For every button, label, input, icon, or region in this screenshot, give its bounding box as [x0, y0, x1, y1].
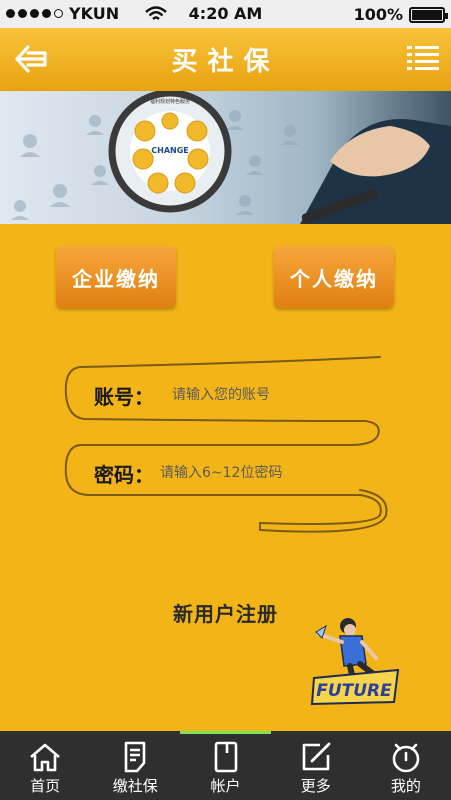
promo-banner[interactable]: CHANGE 福利规划特色服务 [0, 91, 451, 224]
edit-icon [302, 742, 331, 771]
password-label: 密码： [94, 463, 154, 487]
battery-percent: 100% [353, 5, 403, 24]
document-icon [124, 741, 146, 773]
password-input[interactable] [160, 462, 360, 484]
tab-pay-social-security[interactable]: 缴社保 [90, 731, 180, 800]
tab-home[interactable]: 首页 [0, 731, 90, 800]
app-header: 买社保 [0, 28, 451, 91]
status-bar: YKUN 4:20 AM 100% [0, 0, 451, 28]
tab-mine[interactable]: 我的 [361, 731, 451, 800]
clock-icon [392, 743, 420, 773]
enterprise-pay-button[interactable]: 企业缴纳 [56, 246, 176, 308]
banner-illustration: CHANGE 福利规划特色服务 [11, 91, 451, 224]
future-mascot-logo: FUTURE [310, 618, 400, 706]
tab-account[interactable]: 帐户 [180, 731, 271, 800]
banner-logo-text: CHANGE [151, 146, 188, 155]
battery-status: 100% [353, 5, 448, 24]
tab-label: 帐户 [210, 777, 241, 795]
mascot-text: FUTURE [316, 681, 392, 701]
account-label: 账号： [94, 385, 154, 409]
bottom-tab-bar: 首页 缴社保 帐户 更多 我的 [0, 731, 451, 800]
account-card-icon [214, 741, 237, 773]
tab-label: 缴社保 [112, 777, 158, 795]
page-title: 买社保 [171, 47, 280, 77]
tab-label: 我的 [390, 777, 421, 795]
banner-caption: 福利规划特色服务 [150, 98, 190, 105]
account-input[interactable] [172, 384, 362, 406]
menu-list-icon[interactable] [407, 44, 439, 74]
tab-more[interactable]: 更多 [271, 731, 361, 800]
tab-label: 更多 [300, 777, 331, 795]
back-arrow-icon[interactable] [12, 42, 50, 76]
battery-icon [409, 6, 448, 23]
home-icon [30, 743, 60, 772]
personal-pay-button[interactable]: 个人缴纳 [274, 246, 394, 308]
tab-label: 首页 [30, 777, 61, 795]
